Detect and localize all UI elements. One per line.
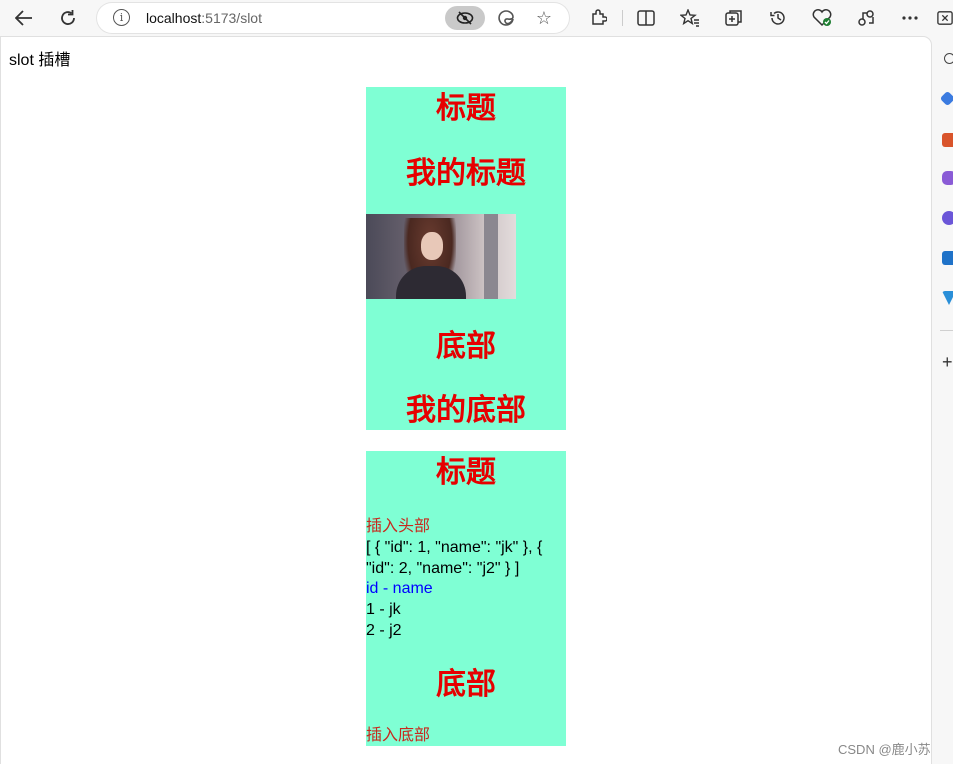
extensions-icon[interactable] xyxy=(585,5,611,31)
history-icon[interactable] xyxy=(765,5,791,31)
add-icon[interactable]: + xyxy=(942,352,953,373)
card-footer: 底部 xyxy=(436,330,496,363)
url-text[interactable]: localhost:5173/slot xyxy=(146,10,262,26)
header-slot-text: 插入头部 xyxy=(366,518,431,535)
search-icon[interactable] xyxy=(944,53,953,64)
url-host: localhost xyxy=(146,10,202,26)
card-footer: 底部 xyxy=(436,668,496,701)
copilot-icon[interactable] xyxy=(939,90,953,107)
card-title: 标题 xyxy=(436,92,496,125)
card-title: 标题 xyxy=(436,456,496,489)
page-heading: slot 插槽 xyxy=(9,52,71,69)
watermark: CSDN @鹿小苏 xyxy=(838,742,931,757)
share-icon[interactable] xyxy=(853,5,879,31)
drop-icon[interactable] xyxy=(942,291,953,305)
collections-icon[interactable] xyxy=(721,5,747,31)
page-viewport: slot 插槽 标题 我的标题 底部 我的底部 标题 插入头部 [ { "id"… xyxy=(1,37,931,764)
close-icon[interactable] xyxy=(937,5,953,31)
slot-card-default: 标题 我的标题 底部 我的底部 xyxy=(366,87,566,430)
json-text: [ { "id": 1, "name": "jk" }, { "id": 2, … xyxy=(366,539,543,577)
reload-icon[interactable] xyxy=(55,5,81,31)
more-icon[interactable] xyxy=(897,5,923,31)
favorite-star-icon[interactable]: ☆ xyxy=(533,7,555,29)
address-bar[interactable]: i localhost:5173/slot ☆ xyxy=(97,3,569,33)
slot-card-custom: 标题 插入头部 [ { "id": 1, "name": "jk" }, { "… xyxy=(366,451,566,746)
card-footer-sub: 我的底部 xyxy=(406,394,526,427)
card-subtitle: 我的标题 xyxy=(406,157,526,190)
list-item: 1 - jk xyxy=(366,601,401,618)
browser-toolbar: i localhost:5173/slot ☆ xyxy=(0,0,953,36)
edge-icon[interactable] xyxy=(495,7,517,29)
list-header: id - name xyxy=(366,580,433,597)
tracking-prevention-icon[interactable] xyxy=(445,6,485,30)
games-icon[interactable] xyxy=(942,171,953,185)
browser-essentials-icon[interactable] xyxy=(809,5,835,31)
info-icon[interactable]: i xyxy=(113,9,130,26)
url-path: :5173/slot xyxy=(201,10,262,26)
split-screen-icon[interactable] xyxy=(633,5,659,31)
shopping-icon[interactable] xyxy=(942,133,953,147)
footer-slot-text: 插入底部 xyxy=(366,727,431,744)
sidebar-divider xyxy=(940,330,953,331)
favorites-icon[interactable] xyxy=(677,5,703,31)
back-arrow-icon[interactable] xyxy=(11,5,37,31)
card-image xyxy=(366,214,516,299)
edge-sidebar: + xyxy=(932,37,953,764)
outlook-icon[interactable] xyxy=(942,251,953,265)
m365-icon[interactable] xyxy=(942,211,953,225)
list-item: 2 - j2 xyxy=(366,622,402,639)
toolbar-divider xyxy=(622,10,623,26)
